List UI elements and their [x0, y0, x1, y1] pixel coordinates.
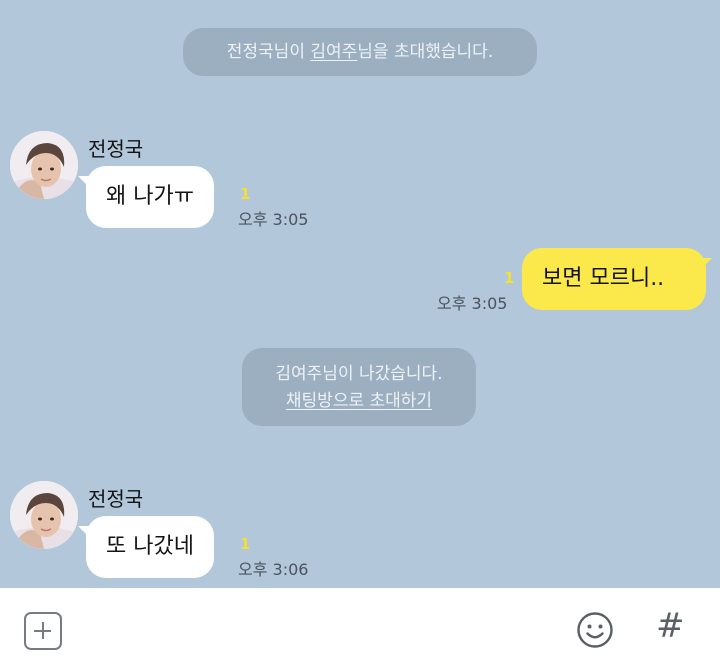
unread-count: 1 [240, 535, 251, 553]
message-bubble-incoming[interactable]: 왜 나가ㅠ [86, 166, 214, 228]
plus-square-icon[interactable] [24, 612, 62, 650]
reinvite-link[interactable]: 채팅방으로 초대하기 [242, 388, 476, 415]
unread-count: 1 [240, 185, 251, 203]
message-bubble-incoming[interactable]: 또 나갔네 [86, 516, 214, 578]
system-text: 님을 초대했습니다. [357, 42, 494, 62]
message-time: 오후 3:05 [437, 294, 508, 313]
invitee-link[interactable]: 김여주 [310, 42, 357, 62]
avatar[interactable] [10, 131, 78, 199]
chat-area[interactable]: 전정국님이 김여주님을 초대했습니다. 전정국 왜 나가ㅠ 1 오후 3:05 … [0, 0, 720, 588]
message-time: 오후 3:05 [238, 210, 309, 229]
system-notice-left: 김여주님이 나갔습니다. 채팅방으로 초대하기 [242, 348, 476, 426]
unread-count: 1 [504, 269, 515, 287]
bubble-tail [700, 258, 712, 270]
avatar-photo [10, 131, 78, 199]
message-time: 오후 3:06 [238, 560, 309, 579]
hashtag-button[interactable]: # [656, 606, 685, 646]
smile-icon[interactable] [576, 611, 614, 649]
sender-name: 전정국 [88, 487, 144, 511]
system-text: 김여주님이 나갔습니다. [275, 364, 443, 384]
system-notice-invite: 전정국님이 김여주님을 초대했습니다. [183, 28, 537, 76]
avatar[interactable] [10, 481, 78, 549]
system-text: 전정국님이 [226, 42, 311, 62]
input-bar: # [0, 588, 720, 672]
avatar-photo [10, 481, 78, 549]
sender-name: 전정국 [88, 137, 144, 161]
message-bubble-outgoing[interactable]: 보면 모르니.. [522, 248, 706, 310]
